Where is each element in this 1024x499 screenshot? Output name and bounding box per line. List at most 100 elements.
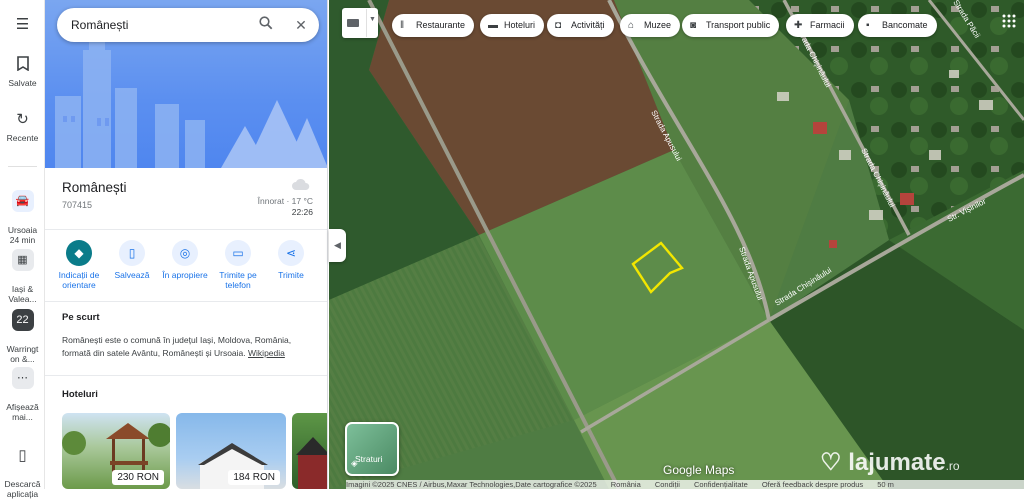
saved-label: Salvate [8, 78, 37, 88]
bookmark-icon: ▯ [119, 240, 145, 266]
postal-code: 707415 [62, 200, 93, 210]
chip-label: Bancomate [882, 20, 928, 30]
apps-grid-icon[interactable] [1002, 14, 1016, 28]
share-label: Trimite [278, 270, 304, 280]
more-label: Afișează mai... [6, 402, 39, 422]
rail-divider [8, 166, 37, 167]
keyboard-icon [347, 19, 359, 27]
left-rail: ☰ Salvate ↻ Recente 🚘 Ursoaia 24 min ▦ I… [0, 0, 45, 499]
hotel-price: 184 RON [228, 470, 280, 485]
weather-text: Înnorat · 17 °C [257, 196, 313, 206]
search-box: ✕ [57, 8, 319, 42]
nearby-label: În apropiere [162, 270, 208, 280]
chip-activitati[interactable]: ◘ Activități [547, 14, 614, 37]
hotel-icon: ▬ [488, 20, 498, 31]
chip-farmacii[interactable]: ✚ Farmacii [786, 14, 854, 37]
hotel-photo [296, 437, 327, 489]
weather-info: Înnorat · 17 °C 22:26 [258, 196, 313, 218]
chip-bancomate[interactable]: ▪ Bancomate [858, 14, 937, 37]
chip-hoteluri[interactable]: ▬ Hoteluri [480, 14, 545, 37]
hotel-price: 230 RON [112, 470, 164, 485]
share-button[interactable]: ⋖ Trimite [265, 240, 317, 280]
hotel-card[interactable]: 184 RON [176, 413, 286, 489]
car-icon: 🚘 [11, 190, 34, 212]
layers-text: Straturi [355, 454, 383, 464]
feedback-link[interactable]: Oferă feedback despre produs [762, 480, 863, 489]
divider [45, 375, 327, 376]
directions-label: Indicații de orientare [58, 270, 100, 290]
bookmark-icon [14, 56, 32, 74]
save-label: Salvează [114, 270, 150, 280]
recent-place-item-2[interactable]: 22 Warringt on &... [0, 299, 45, 364]
directions-icon: ◆ [66, 240, 92, 266]
google-maps-logo: Google Maps [663, 463, 735, 477]
search-icon[interactable] [257, 16, 275, 34]
map-attribution-bar: Imagini ©2025 CNES / Airbus,Maxar Techno… [346, 480, 1024, 489]
weather-time: 22:26 [291, 207, 313, 217]
download-app-button[interactable]: ▯ Descarcă aplicația [0, 437, 45, 499]
place-title: Românești [62, 180, 127, 195]
nearby-icon: ◎ [172, 240, 198, 266]
chip-label: Transport public [706, 20, 771, 30]
layers-label: ◈ Straturi [351, 454, 383, 468]
scale-label[interactable]: 50 m [877, 480, 894, 489]
recent-label: Recente [6, 133, 39, 143]
menu-button[interactable]: ☰ [0, 16, 45, 38]
chip-muzee[interactable]: ⌂ Muzee [620, 14, 681, 37]
hotel-card[interactable]: 230 RON [62, 413, 170, 489]
trip-item[interactable]: 🚘 Ursoaia 24 min [0, 180, 45, 245]
history-icon: ↻ [16, 111, 29, 128]
chevron-down-icon[interactable]: ▼ [369, 16, 376, 23]
summary-heading: Pe scurt [62, 312, 100, 323]
terms-link[interactable]: Condiții [655, 480, 680, 489]
wikipedia-link[interactable]: Wikipedia [248, 348, 285, 358]
summary-text: Românești este o comună în județul Iași,… [62, 334, 318, 360]
input-tools-button[interactable]: ▼ [342, 8, 378, 38]
hamburger-icon: ☰ [15, 16, 30, 33]
chip-transport-public[interactable]: ◙ Transport public [682, 14, 780, 37]
privacy-link[interactable]: Confidențialitate [694, 480, 748, 489]
imagery-credit: Imagini ©2025 CNES / Airbus,Maxar Techno… [346, 480, 597, 489]
search-input[interactable] [71, 16, 251, 34]
museum-icon: ⌂ [628, 20, 635, 31]
action-bar: ◆ Indicații de orientare ▯ Salvează ◎ În… [53, 240, 323, 296]
collapse-panel-button[interactable]: ◀ [329, 229, 346, 262]
chip-label: Hoteluri [504, 20, 536, 30]
recent-place-item[interactable]: ▦ Iași & Valea... [0, 239, 45, 304]
chip-label: Activități [571, 20, 605, 30]
share-icon: ⋖ [278, 240, 304, 266]
more-button[interactable]: ⋯ Afișează mai... [0, 357, 45, 422]
heart-icon: ♡ [820, 449, 842, 476]
saved-button[interactable]: Salvate [0, 56, 45, 88]
calendar-badge-icon: 22 [11, 309, 34, 331]
layers-button[interactable]: ◈ Straturi [345, 422, 399, 476]
save-button[interactable]: ▯ Salvează [106, 240, 158, 280]
separator [366, 9, 367, 37]
place-panel: ✕ Românești 707415 Înnorat · 17 °C 22:26… [45, 0, 328, 489]
divider [45, 229, 327, 230]
region-link[interactable]: România [611, 480, 641, 489]
phone-icon: ▭ [225, 240, 251, 266]
chip-restaurante[interactable]: ǁ Restaurante [392, 14, 475, 37]
hotels-heading: Hoteluri [62, 389, 98, 400]
camera-icon: ◘ [555, 20, 562, 31]
chip-label: Farmacii [810, 20, 845, 30]
watermark-logo: ♡ lajumate.ro [820, 448, 960, 477]
hotel-card[interactable] [292, 413, 327, 489]
send-to-phone-button[interactable]: ▭ Trimite pe telefon [212, 240, 264, 290]
chevron-left-icon: ◀ [334, 240, 341, 250]
close-icon[interactable]: ✕ [292, 16, 310, 34]
map-thumbnail-icon: ▦ [11, 249, 34, 271]
chip-label: Muzee [644, 20, 672, 30]
divider [45, 301, 327, 302]
directions-button[interactable]: ◆ Indicații de orientare [53, 240, 105, 290]
atm-icon: ▪ [866, 20, 870, 31]
cloud-icon [292, 178, 310, 190]
transit-icon: ◙ [690, 20, 697, 31]
phone-icon: ▯ [18, 447, 27, 464]
nearby-button[interactable]: ◎ În apropiere [159, 240, 211, 280]
chip-label: Restaurante [416, 20, 466, 30]
recent-button[interactable]: ↻ Recente [0, 111, 45, 143]
restaurant-icon: ǁ [400, 20, 405, 31]
satellite-map[interactable]: Strada Apusului Strada Apusului Strada C… [329, 0, 1024, 489]
